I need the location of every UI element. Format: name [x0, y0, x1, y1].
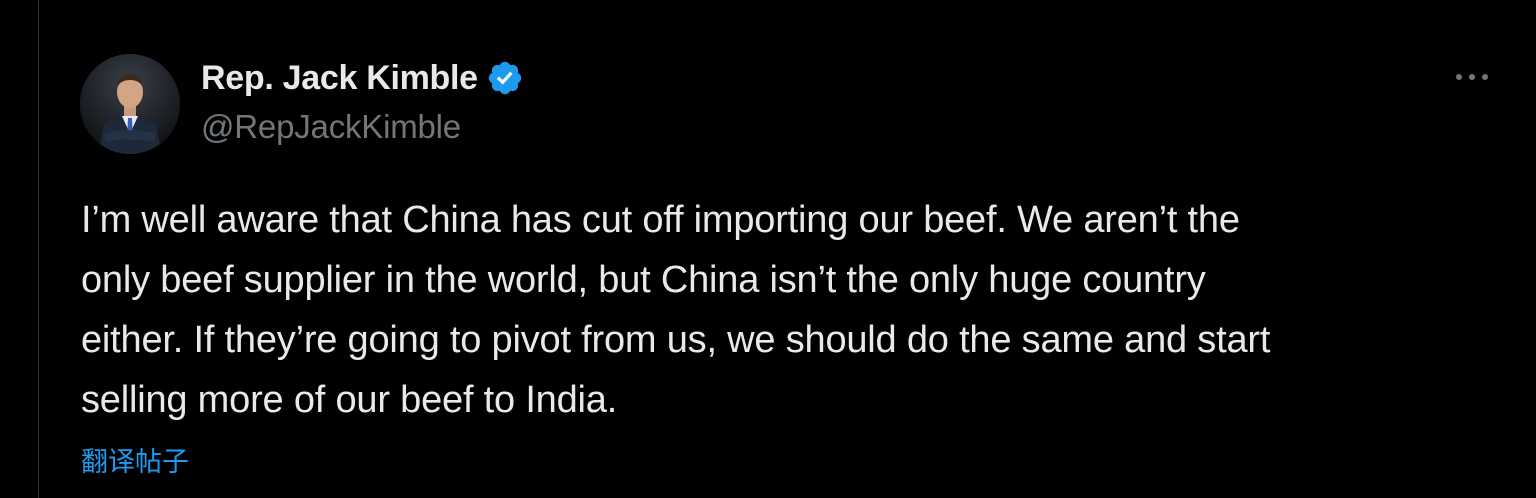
- more-options-button[interactable]: [1449, 60, 1495, 94]
- tweet-text: I’m well aware that China has cut off im…: [81, 199, 1271, 421]
- author-name[interactable]: Rep. Jack Kimble: [201, 59, 478, 98]
- avatar-photo-icon: [80, 54, 180, 154]
- avatar[interactable]: [80, 54, 180, 154]
- verified-badge-icon[interactable]: [486, 59, 524, 97]
- translate-post-link[interactable]: 翻译帖子: [81, 440, 189, 479]
- author-name-row: Rep. Jack Kimble: [201, 56, 524, 100]
- author-handle[interactable]: @RepJackKimble: [201, 108, 461, 146]
- tweet[interactable]: Rep. Jack Kimble @RepJackKimble I’m well…: [39, 0, 1536, 498]
- more-horizontal-icon: [1456, 74, 1488, 80]
